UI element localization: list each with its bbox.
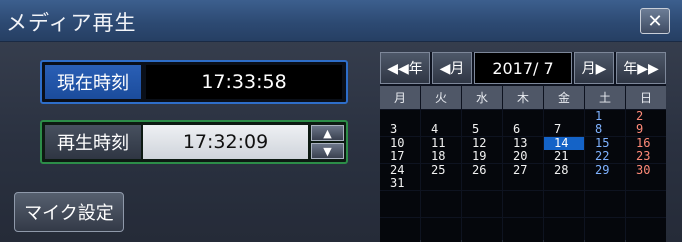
calendar-day[interactable]: 6: [503, 123, 543, 136]
calendar-day-slot: [380, 218, 420, 242]
calendar-day-slot: 11 18: [421, 137, 461, 163]
calendar-day-slot: 27: [503, 164, 543, 190]
calendar-day-slot: 25: [421, 164, 461, 190]
window-title: メディア再生: [6, 11, 137, 35]
calendar-day-slot: [585, 218, 625, 242]
calendar-day-slot: 3: [380, 110, 420, 136]
calendar-day[interactable]: 5: [462, 123, 502, 136]
time-decrement-button[interactable]: ▼: [311, 143, 344, 159]
title-bar: メディア再生 ✕: [0, 0, 682, 42]
current-time-value: 17:33:58: [146, 65, 342, 99]
prev-month-button[interactable]: ◀月: [432, 52, 472, 84]
next-month-button[interactable]: 月▶: [574, 52, 614, 84]
calendar-day[interactable]: 27: [503, 164, 543, 177]
current-time-box: 現在時刻 17:33:58: [40, 60, 348, 104]
calendar-day[interactable]: 9: [626, 123, 666, 136]
calendar-day-slot: 7: [544, 110, 584, 136]
weekday-header: 月: [380, 86, 420, 109]
calendar-day-slot: 24 31: [380, 164, 420, 190]
weekday-header: 日: [626, 86, 666, 109]
calendar-day-slot: [544, 218, 584, 242]
calendar-day-slot: [626, 218, 666, 242]
calendar-day[interactable]: 31: [380, 177, 420, 190]
calendar-grid: 月 火 水 木 金 土 日 3 4 5 6 7 1 8 2 9 10 17 11 18 12 19 13 20 1…: [380, 86, 666, 242]
calendar-day-slot: [462, 218, 502, 242]
weekday-header: 水: [462, 86, 502, 109]
close-button[interactable]: ✕: [640, 8, 670, 34]
calendar-day-slot: 10 17: [380, 137, 420, 163]
calendar-day-slot: 13 20: [503, 137, 543, 163]
playback-time-box: 再生時刻 17:32:09 ▲ ▼: [40, 120, 348, 164]
current-time-label: 現在時刻: [45, 65, 141, 99]
calendar-day-slot: [421, 218, 461, 242]
calendar-day-slot: 16 23: [626, 137, 666, 163]
prev-year-button[interactable]: ◀◀年: [380, 52, 430, 84]
calendar-day[interactable]: 3: [380, 123, 420, 136]
calendar-day-slot: 26: [462, 164, 502, 190]
calendar-day-slot: [544, 191, 584, 217]
calendar-day-slot: 4: [421, 110, 461, 136]
weekday-header: 土: [585, 86, 625, 109]
calendar-day-slot: 30: [626, 164, 666, 190]
calendar-day-slot: 29: [626, 110, 666, 136]
mic-settings-button[interactable]: マイク設定: [14, 192, 124, 232]
calendar: ◀◀年 ◀月 2017/ 7 月▶ 年▶▶ 月 火 水 木 金 土 日 3456…: [380, 52, 666, 242]
playback-time-label: 再生時刻: [45, 125, 141, 159]
calendar-day[interactable]: 8: [585, 123, 625, 136]
calendar-day[interactable]: 4: [421, 123, 461, 136]
calendar-day-slot: [503, 218, 543, 242]
calendar-day[interactable]: 18: [421, 150, 461, 163]
triangle-up-icon: ▲: [323, 126, 332, 140]
calendar-day-slot: 15 22: [585, 137, 625, 163]
calendar-day[interactable]: 28: [544, 164, 584, 177]
calendar-day-slot: [503, 191, 543, 217]
calendar-day[interactable]: 29: [585, 164, 625, 177]
calendar-day-slot: 5: [462, 110, 502, 136]
calendar-day-slot: 18: [585, 110, 625, 136]
calendar-day-slot: [585, 191, 625, 217]
calendar-day-slot: [380, 191, 420, 217]
calendar-day-slot: [421, 191, 461, 217]
weekday-header: 木: [503, 86, 543, 109]
calendar-day[interactable]: 2: [626, 110, 666, 123]
calendar-day-slot: [462, 191, 502, 217]
calendar-day[interactable]: 1: [585, 110, 625, 123]
calendar-day-slot: 6: [503, 110, 543, 136]
media-playback-window: メディア再生 ✕ 現在時刻 17:33:58 再生時刻 17:32:09 ▲ ▼…: [0, 0, 682, 242]
calendar-month-label: 2017/ 7: [474, 52, 572, 84]
calendar-day[interactable]: 19: [462, 150, 502, 163]
weekday-header: 金: [544, 86, 584, 109]
calendar-day[interactable]: 7: [544, 123, 584, 136]
calendar-day[interactable]: 21: [544, 150, 584, 163]
playback-time-field[interactable]: 17:32:09: [143, 125, 308, 159]
calendar-day[interactable]: 26: [462, 164, 502, 177]
weekday-header: 火: [421, 86, 461, 109]
calendar-day[interactable]: 22: [585, 150, 625, 163]
calendar-day[interactable]: 20: [503, 150, 543, 163]
next-year-button[interactable]: 年▶▶: [616, 52, 666, 84]
calendar-day-slot: [626, 191, 666, 217]
calendar-day-slot: 12 19: [462, 137, 502, 163]
calendar-day[interactable]: 30: [626, 164, 666, 177]
calendar-day-slot: 29: [585, 164, 625, 190]
triangle-down-icon: ▼: [323, 144, 332, 158]
calendar-day[interactable]: 25: [421, 164, 461, 177]
calendar-day-slot: 28: [544, 164, 584, 190]
calendar-day-slot: 14 21: [544, 137, 584, 163]
time-increment-button[interactable]: ▲: [311, 125, 344, 141]
close-icon: ✕: [647, 10, 663, 32]
calendar-day[interactable]: 23: [626, 150, 666, 163]
calendar-day[interactable]: 17: [380, 150, 420, 163]
